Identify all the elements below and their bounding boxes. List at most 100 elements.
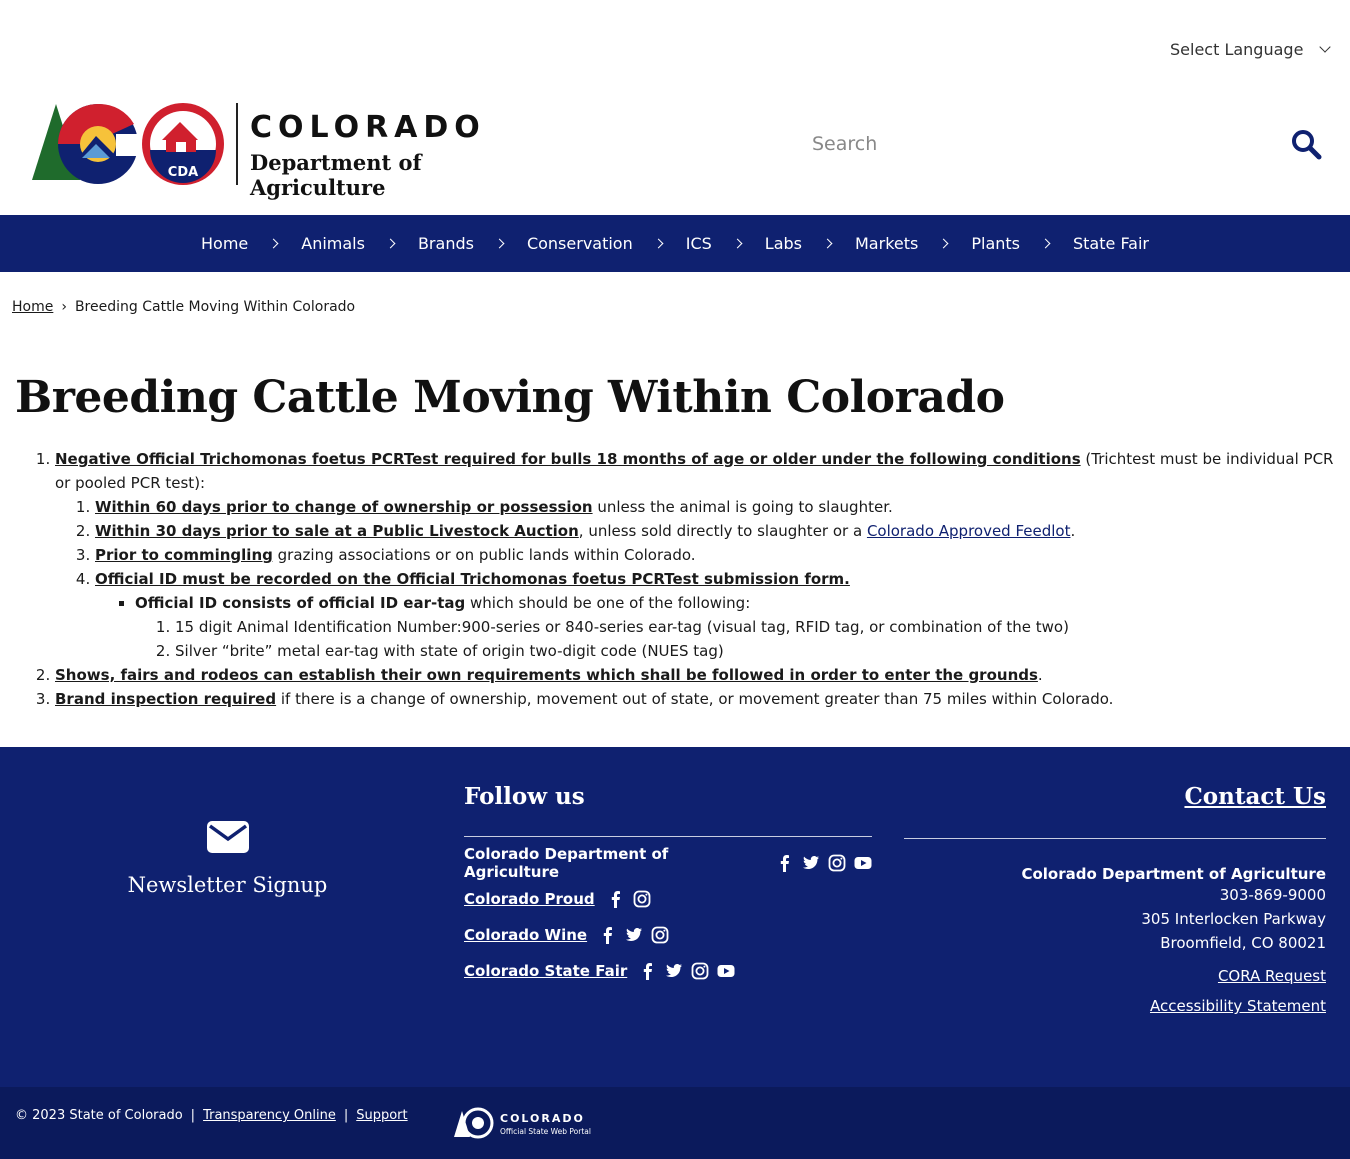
commingling-link[interactable]: Prior to commingling bbox=[95, 546, 273, 564]
facebook-icon[interactable] bbox=[599, 926, 617, 944]
nav-label: Brands bbox=[417, 234, 474, 253]
state-portal-logo[interactable]: COLORADO Official State Web Portal bbox=[454, 1107, 604, 1141]
search-form bbox=[800, 118, 1330, 170]
contact-street: 305 Interlocken Parkway bbox=[1141, 910, 1326, 928]
nav-item-animals[interactable]: Animals bbox=[289, 234, 406, 253]
support-link[interactable]: Support bbox=[356, 1108, 407, 1123]
list-item: Official ID consists of official ID ear-… bbox=[135, 591, 1335, 663]
social-row: Colorado State Fair bbox=[464, 961, 872, 981]
social-row: Colorado Proud bbox=[464, 889, 872, 909]
list-item: Silver “brite” metal ear-tag with state … bbox=[175, 639, 1335, 663]
youtube-icon[interactable] bbox=[854, 854, 872, 872]
list-item: Brand inspection required if there is a … bbox=[55, 687, 1335, 711]
list-item: Prior to commingling grazing association… bbox=[95, 543, 1335, 567]
contact-city: Broomfield, CO 80021 bbox=[1160, 934, 1326, 952]
instagram-icon[interactable] bbox=[691, 962, 709, 980]
twitter-icon[interactable] bbox=[665, 962, 683, 980]
instagram-icon[interactable] bbox=[633, 890, 651, 908]
contact-section: Contact Us Colorado Department of Agricu… bbox=[904, 783, 1326, 1015]
logo-divider bbox=[236, 103, 238, 185]
chevron-right-icon bbox=[385, 238, 396, 249]
chevron-right-icon bbox=[1040, 238, 1051, 249]
logo-department: Department of Agriculture bbox=[250, 150, 422, 200]
sixty-days-link[interactable]: Within 60 days prior to change of owners… bbox=[95, 498, 593, 516]
breadcrumb: Home › Breeding Cattle Moving Within Col… bbox=[12, 299, 355, 315]
facebook-icon[interactable] bbox=[776, 854, 794, 872]
facebook-icon[interactable] bbox=[639, 962, 657, 980]
breadcrumb-separator: › bbox=[61, 299, 67, 315]
language-label: Select Language bbox=[1170, 40, 1304, 59]
portal-wordmark: COLORADO bbox=[500, 1112, 585, 1125]
list-text: , unless sold directly to slaughter or a bbox=[578, 522, 867, 540]
contact-us-link[interactable]: Contact Us bbox=[904, 783, 1326, 810]
main-nav: Home Animals Brands Conservation ICS Lab… bbox=[0, 215, 1350, 272]
facebook-icon[interactable] bbox=[607, 890, 625, 908]
colorado-wine-link[interactable]: Colorado Wine bbox=[464, 926, 587, 944]
search-input[interactable] bbox=[800, 118, 1270, 170]
id-options-list: 15 digit Animal Identification Number:90… bbox=[135, 615, 1335, 663]
nav-item-conservation[interactable]: Conservation bbox=[515, 234, 674, 253]
divider bbox=[904, 838, 1326, 839]
shows-fairs-link[interactable]: Shows, fairs and rodeos can establish th… bbox=[55, 666, 1038, 684]
newsletter-signup-link[interactable]: Newsletter Signup bbox=[120, 821, 335, 897]
colorado-portal-icon bbox=[454, 1107, 494, 1139]
list-item: Within 60 days prior to change of owners… bbox=[95, 495, 1335, 519]
transparency-online-link[interactable]: Transparency Online bbox=[203, 1108, 336, 1123]
list-item: Negative Official Trichomonas foetus PCR… bbox=[55, 447, 1335, 663]
cora-request-link[interactable]: CORA Request bbox=[904, 967, 1326, 985]
twitter-icon[interactable] bbox=[625, 926, 643, 944]
list-item: Within 30 days prior to sale at a Public… bbox=[95, 519, 1335, 543]
official-id-link[interactable]: Official ID must be recorded on the Offi… bbox=[95, 570, 850, 588]
colorado-state-fair-link[interactable]: Colorado State Fair bbox=[464, 962, 627, 980]
approved-feedlot-link[interactable]: Colorado Approved Feedlot bbox=[867, 522, 1071, 540]
nav-label: Labs bbox=[764, 234, 802, 253]
separator: | bbox=[343, 1108, 349, 1123]
nav-item-plants[interactable]: Plants bbox=[959, 234, 1061, 253]
list-item: Official ID must be recorded on the Offi… bbox=[95, 567, 1335, 663]
instagram-icon[interactable] bbox=[828, 854, 846, 872]
legal-links: © 2023 State of Colorado | Transparency … bbox=[15, 1108, 408, 1123]
bullet-list: Official ID consists of official ID ear-… bbox=[95, 591, 1335, 663]
bottom-bar: © 2023 State of Colorado | Transparency … bbox=[0, 1087, 1350, 1159]
nav-item-state-fair[interactable]: State Fair bbox=[1061, 234, 1161, 253]
nav-label: State Fair bbox=[1073, 234, 1149, 253]
colorado-proud-link[interactable]: Colorado Proud bbox=[464, 890, 595, 908]
nav-item-brands[interactable]: Brands bbox=[406, 234, 515, 253]
follow-us-title: Follow us bbox=[464, 783, 585, 810]
nav-label: Animals bbox=[301, 234, 365, 253]
nav-item-markets[interactable]: Markets bbox=[843, 234, 959, 253]
trich-test-link[interactable]: Negative Official Trichomonas foetus PCR… bbox=[55, 450, 1081, 468]
nav-item-home[interactable]: Home bbox=[189, 234, 289, 253]
language-select[interactable]: Select Language bbox=[1170, 40, 1332, 59]
nav-label: Conservation bbox=[526, 234, 633, 253]
chevron-right-icon bbox=[822, 238, 833, 249]
svg-text:CDA: CDA bbox=[168, 165, 198, 180]
chevron-right-icon bbox=[268, 238, 279, 249]
twitter-icon[interactable] bbox=[802, 854, 820, 872]
brand-inspection-link[interactable]: Brand inspection required bbox=[55, 690, 276, 708]
page-title: Breeding Cattle Moving Within Colorado bbox=[15, 372, 1005, 423]
list-text: if there is a change of ownership, movem… bbox=[276, 690, 1114, 708]
youtube-icon[interactable] bbox=[717, 962, 735, 980]
colorado-c-logo-icon: CDA bbox=[32, 103, 224, 185]
divider bbox=[464, 836, 872, 837]
envelope-icon bbox=[206, 821, 249, 853]
nav-item-ics[interactable]: ICS bbox=[674, 234, 753, 253]
accessibility-statement-link[interactable]: Accessibility Statement bbox=[904, 997, 1326, 1015]
social-org-label: Colorado Department of Agriculture bbox=[464, 845, 669, 881]
copyright: © 2023 State of Colorado bbox=[15, 1108, 183, 1123]
breadcrumb-home-link[interactable]: Home bbox=[12, 299, 53, 315]
chevron-right-icon bbox=[653, 238, 664, 249]
contact-org: Colorado Department of Agriculture bbox=[1021, 865, 1326, 883]
list-strong: Official ID consists of official ID ear-… bbox=[135, 594, 466, 612]
nav-item-labs[interactable]: Labs bbox=[753, 234, 843, 253]
search-icon[interactable] bbox=[1290, 128, 1322, 160]
requirements-list: Negative Official Trichomonas foetus PCR… bbox=[15, 447, 1335, 711]
site-logo[interactable]: CDA COLORADO Department of Agriculture bbox=[30, 100, 550, 200]
chevron-right-icon bbox=[732, 238, 743, 249]
thirty-days-link[interactable]: Within 30 days prior to sale at a Public… bbox=[95, 522, 579, 540]
nav-label: Plants bbox=[971, 234, 1020, 253]
follow-us-section: Follow us Colorado Department of Agricul… bbox=[464, 783, 872, 981]
instagram-icon[interactable] bbox=[651, 926, 669, 944]
chevron-right-icon bbox=[494, 238, 505, 249]
